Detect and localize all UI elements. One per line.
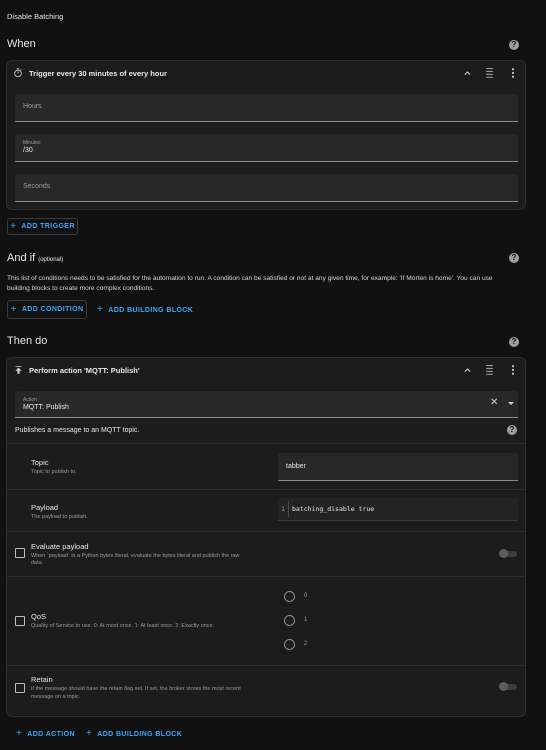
add-condition-label: ADD CONDITION (21, 306, 84, 313)
more-vert-icon[interactable] (510, 68, 516, 78)
clear-icon[interactable]: ✕ (490, 398, 498, 408)
add-action-building-block-button[interactable]: + ADD BUILDING BLOCK (86, 729, 182, 739)
plus-icon: + (97, 304, 104, 315)
payload-label: Payload (31, 503, 59, 512)
chevron-up-icon[interactable] (463, 69, 472, 78)
trigger-title[interactable]: Trigger every 30 minutes of every hour (29, 69, 167, 78)
topic-description: Topic to publish to. (31, 469, 77, 475)
hours-field[interactable]: Hours (15, 94, 518, 122)
hours-label: Hours (23, 103, 42, 110)
evaluate-payload-description-line2: data. (31, 560, 44, 566)
and-if-description-line1: This list of conditions needs to be sati… (7, 275, 493, 282)
payload-code: batching_disable true (292, 505, 375, 513)
retain-checkbox[interactable] (15, 683, 25, 693)
divider (7, 576, 525, 577)
and-if-optional: (optional) (38, 257, 64, 263)
qos-checkbox[interactable] (15, 616, 25, 626)
when-heading: When (7, 38, 36, 50)
plus-icon: + (10, 303, 17, 315)
add-condition-building-block-label: ADD BUILDING BLOCK (108, 306, 194, 314)
chevron-up-icon[interactable] (463, 366, 472, 375)
qos-radio-0[interactable] (284, 591, 295, 602)
add-trigger-button[interactable]: + ADD TRIGGER (7, 218, 78, 235)
minutes-value: /30 (23, 147, 33, 154)
qos-option-2: 2 (304, 641, 308, 647)
seconds-label: Seconds (23, 183, 51, 190)
and-if-heading: And if (optional) (7, 252, 63, 264)
and-if-description-line2: building blocks to create more complex c… (7, 285, 155, 292)
timer-icon (14, 68, 22, 78)
and-if-title: And if (7, 252, 36, 264)
qos-radio-2[interactable] (284, 639, 295, 650)
add-action-building-block-label: ADD BUILDING BLOCK (97, 730, 183, 738)
divider (7, 665, 525, 666)
action-select[interactable]: Action MQTT: Publish ✕ (15, 391, 518, 418)
topic-label: Topic (31, 458, 49, 467)
qos-description: Quality of Service to use. 0: At most on… (31, 623, 215, 629)
qos-option-0: 0 (304, 593, 308, 599)
qos-label: QoS (31, 612, 47, 621)
retain-description-line2: message on a topic. (31, 694, 81, 700)
trigger-card: Trigger every 30 minutes of every hour H… (6, 60, 526, 210)
evaluate-payload-description-line1: When `payload` is a Python bytes literal… (31, 553, 240, 559)
and-if-help-icon[interactable]: ? (509, 253, 519, 263)
topic-input[interactable]: tabber (278, 453, 518, 481)
add-condition-building-block-button[interactable]: + ADD BUILDING BLOCK (97, 305, 193, 315)
plus-icon: + (86, 728, 93, 739)
then-do-heading: Then do (7, 335, 48, 347)
payload-code-editor[interactable]: 1 batching_disable true (278, 498, 518, 521)
plus-icon: + (10, 220, 17, 232)
drag-handle-icon[interactable] (485, 365, 494, 375)
divider (7, 489, 525, 490)
retain-description-line1: If the message should have the retain fl… (31, 686, 241, 692)
minutes-field[interactable]: Minutes /30 (15, 134, 518, 162)
action-title[interactable]: Perform action 'MQTT: Publish' (29, 366, 140, 375)
payload-description: The payload to publish. (31, 514, 88, 520)
add-trigger-label: ADD TRIGGER (21, 223, 75, 230)
action-field-label: Action (23, 397, 37, 403)
seconds-field[interactable]: Seconds (15, 174, 518, 202)
dropdown-arrow-icon[interactable] (508, 402, 514, 405)
retain-label: Retain (31, 675, 53, 684)
page-title: Disable Batching (7, 12, 64, 21)
gutter-divider (288, 501, 289, 517)
qos-radio-1[interactable] (284, 615, 295, 626)
when-help-icon[interactable]: ? (509, 40, 519, 50)
qos-option-1: 1 (304, 617, 308, 623)
plus-icon: + (16, 728, 23, 739)
action-description: Publishes a message to an MQTT topic. (15, 427, 140, 434)
toggle-knob (499, 682, 508, 691)
action-field-value: MQTT: Publish (23, 404, 69, 411)
minutes-label: Minutes (23, 140, 41, 146)
drag-handle-icon[interactable] (485, 68, 494, 78)
payload-line-number: 1 (281, 505, 285, 513)
divider (7, 443, 525, 444)
then-do-help-icon[interactable]: ? (509, 337, 519, 347)
add-action-label: ADD ACTION (27, 730, 75, 738)
toggle-knob (499, 549, 508, 558)
topic-value: tabber (286, 463, 306, 470)
action-help-icon[interactable]: ? (507, 425, 517, 435)
mqtt-publish-icon (15, 366, 22, 374)
evaluate-payload-label: Evaluate payload (31, 542, 89, 551)
add-condition-button[interactable]: + ADD CONDITION (7, 300, 87, 319)
add-action-button[interactable]: + ADD ACTION (16, 729, 75, 739)
evaluate-payload-checkbox[interactable] (15, 548, 25, 558)
divider (7, 531, 525, 532)
more-vert-icon[interactable] (510, 365, 516, 375)
action-card: Perform action 'MQTT: Publish' Action MQ… (6, 357, 526, 717)
